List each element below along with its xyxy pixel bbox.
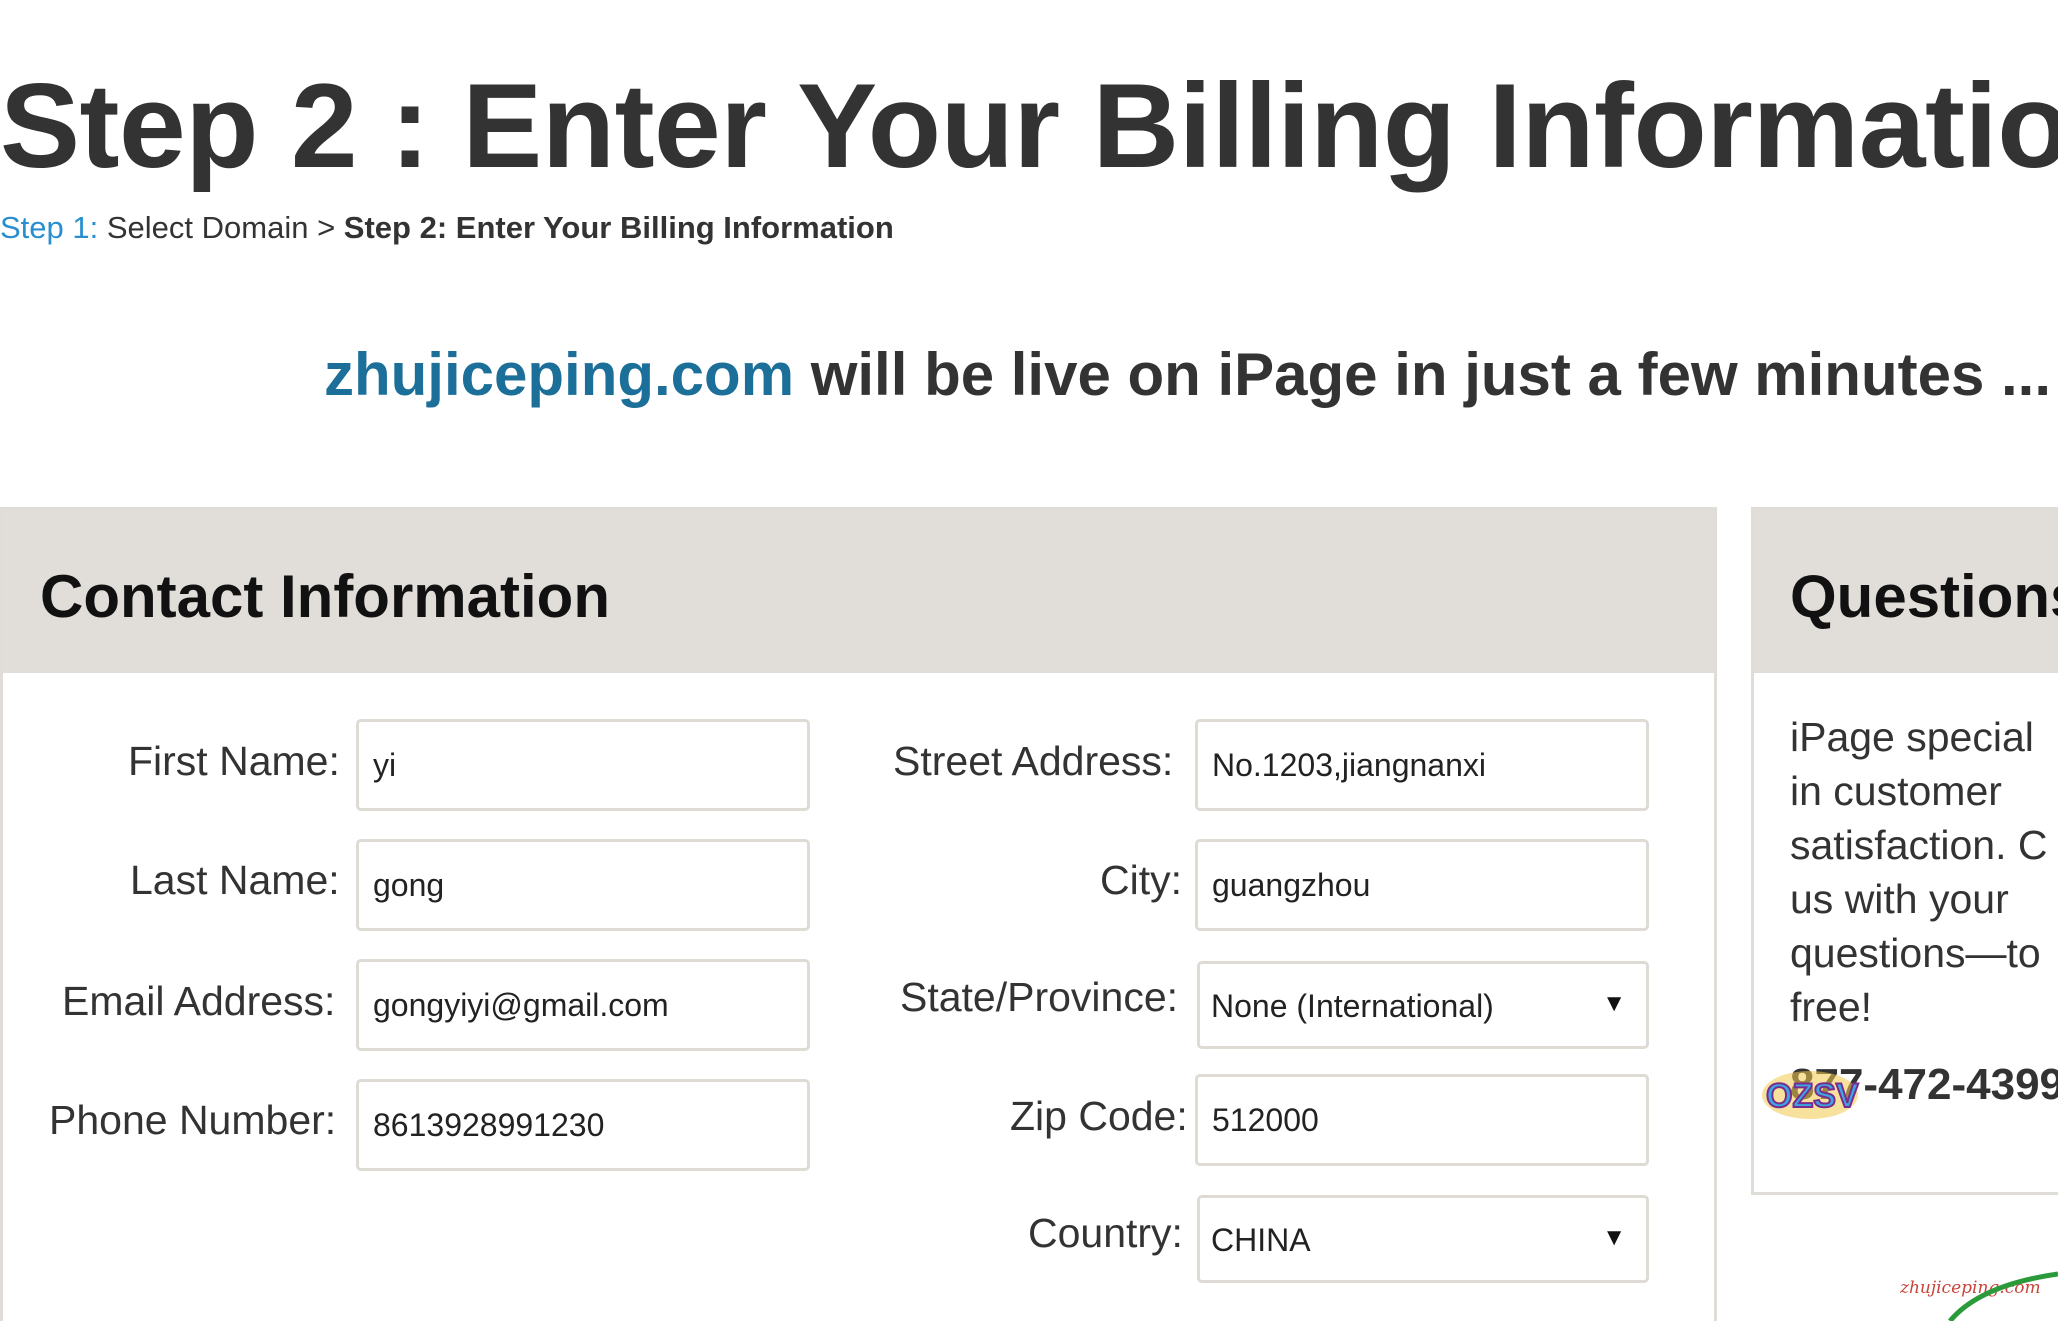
phone-number-label: Phone Number: <box>49 1097 337 1143</box>
last-name-field[interactable] <box>356 839 810 931</box>
zip-code-field[interactable] <box>1195 1074 1649 1166</box>
first-name-field[interactable] <box>356 719 810 811</box>
breadcrumb-step1-link[interactable]: Step 1: <box>0 210 98 245</box>
state-province-label: State/Province: <box>900 974 1179 1020</box>
first-name-label: First Name: <box>128 738 340 784</box>
street-address-label: Street Address: <box>893 738 1174 784</box>
live-message-text: will be live on iPage in just a few minu… <box>794 341 2051 408</box>
ozsv-logo: OZSV <box>1762 1071 1860 1119</box>
breadcrumb-step1-text: Select Domain > <box>98 210 344 245</box>
email-address-field[interactable] <box>356 959 810 1051</box>
questions-text: iPage special in customer satisfaction. … <box>1790 714 2048 1030</box>
country-select[interactable]: CHINA ▼ <box>1197 1195 1649 1283</box>
breadcrumb: Step 1: Select Domain > Step 2: Enter Yo… <box>0 210 894 246</box>
last-name-label: Last Name: <box>130 857 340 903</box>
corner-decoration <box>1948 1271 2058 1321</box>
contact-information-header: Contact Information <box>3 510 1714 673</box>
country-label: Country: <box>1028 1210 1183 1256</box>
questions-heading: Questions <box>1790 563 2058 630</box>
state-province-value: None (International) <box>1211 988 1494 1024</box>
street-address-field[interactable] <box>1195 719 1649 811</box>
chevron-down-icon: ▼ <box>1602 1224 1626 1251</box>
email-address-label: Email Address: <box>62 978 336 1024</box>
city-field[interactable] <box>1195 839 1649 931</box>
badge-text: OZSV <box>1766 1077 1859 1115</box>
live-message: zhujiceping.com will be live on iPage in… <box>324 340 2051 409</box>
country-value: CHINA <box>1211 1222 1311 1258</box>
city-label: City: <box>1100 857 1182 903</box>
domain-name: zhujiceping.com <box>324 341 795 408</box>
chevron-down-icon: ▼ <box>1602 990 1626 1017</box>
billing-page: Step 2 : Enter Your Billing Information … <box>0 0 2058 1321</box>
state-province-select[interactable]: None (International) ▼ <box>1197 961 1649 1049</box>
page-title: Step 2 : Enter Your Billing Information <box>0 59 2058 193</box>
questions-header: Questions <box>1754 510 2058 673</box>
phone-number-field[interactable] <box>356 1079 810 1171</box>
breadcrumb-current-step: Step 2: Enter Your Billing Information <box>343 210 894 245</box>
zip-code-label: Zip Code: <box>1010 1093 1188 1139</box>
contact-information-heading: Contact Information <box>40 563 610 630</box>
